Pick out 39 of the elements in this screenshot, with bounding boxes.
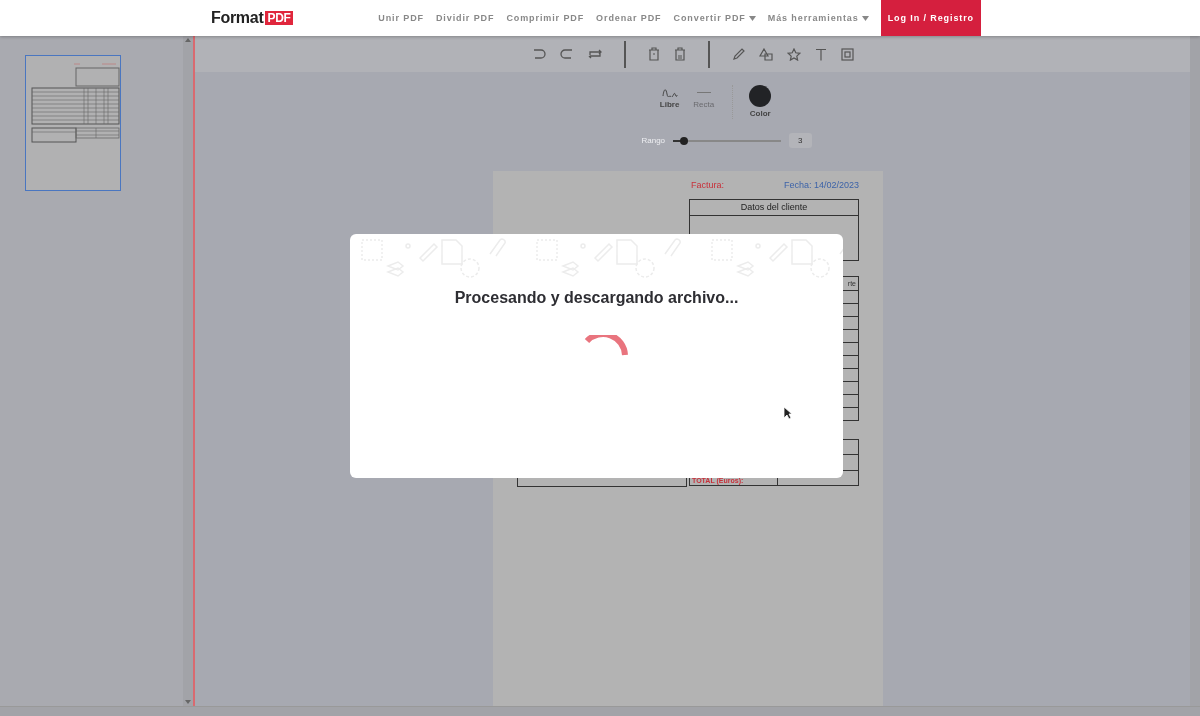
page-thumbnail[interactable] [24, 55, 121, 191]
invoice-label: Factura: [691, 180, 724, 190]
nav-link[interactable]: Más herramientas [767, 13, 869, 23]
repeat-icon[interactable] [587, 48, 602, 60]
slider-thumb[interactable] [679, 136, 688, 145]
undo-icon[interactable] [531, 48, 546, 60]
login-button[interactable]: Log In / Registro [880, 0, 981, 36]
drawing-mode-button[interactable]: Libre [657, 88, 682, 109]
nav-link[interactable]: Unir PDF [378, 13, 424, 23]
shapes-icon[interactable] [758, 47, 773, 61]
wave-icon [661, 88, 678, 97]
logo-badge: PDF [265, 11, 293, 25]
logo-text: Format [211, 9, 264, 27]
text-tool-icon[interactable] [814, 47, 827, 61]
nav-link[interactable]: Ordenar PDF [596, 13, 662, 23]
caret-icon [748, 15, 756, 21]
nav-link[interactable]: Comprimir PDF [506, 13, 585, 23]
scroll-down-icon[interactable] [185, 700, 191, 704]
frame-icon[interactable] [840, 47, 854, 61]
table-header: Datos del cliente [690, 200, 858, 216]
scrollbar[interactable] [0, 706, 1200, 716]
drawing-mode-button[interactable]: Recta [691, 88, 717, 109]
nav-link[interactable]: Convertir PDF [673, 13, 756, 23]
logo[interactable]: Format PDF [211, 9, 293, 27]
redo-icon[interactable] [559, 48, 574, 60]
caret-icon [861, 15, 869, 21]
slider-label: Rango [641, 136, 666, 145]
dialog-title: Procesando y descargando archivo... [454, 289, 739, 307]
delete-icon[interactable] [647, 47, 660, 61]
scrollbar[interactable] [1190, 36, 1200, 706]
delete-all-icon[interactable] [673, 47, 686, 61]
star-icon[interactable] [786, 47, 801, 61]
cursor-icon [783, 406, 792, 420]
invoice-date: Fecha: 14/02/2023 [783, 180, 859, 190]
pencil-icon[interactable] [731, 47, 745, 61]
nav-link[interactable]: Dividir PDF [435, 13, 495, 23]
slider-value: 3 [789, 133, 812, 148]
scroll-up-icon[interactable] [185, 38, 191, 42]
scrollbar[interactable] [183, 36, 193, 706]
